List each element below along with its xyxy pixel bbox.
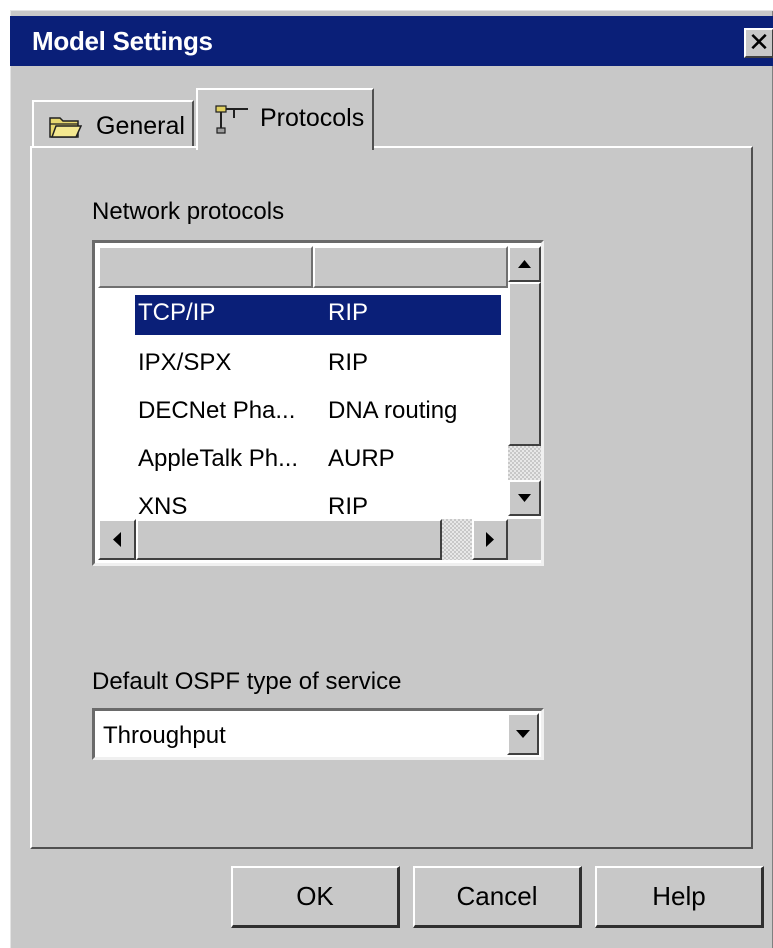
ospf-label: Default OSPF type of service xyxy=(92,668,402,695)
list-header xyxy=(98,246,508,288)
network-protocols-label: Network protocols xyxy=(92,198,285,225)
scroll-track[interactable] xyxy=(508,446,541,480)
scroll-track-horizontal[interactable] xyxy=(442,519,472,560)
horizontal-scrollbar[interactable] xyxy=(98,519,508,560)
tab-general-label: General xyxy=(96,112,185,140)
routing-name: RIP xyxy=(328,493,369,520)
scrollbar-corner xyxy=(508,519,541,560)
list-item[interactable]: TCP/IP RIP xyxy=(98,291,508,339)
scroll-thumb-horizontal[interactable] xyxy=(136,519,442,560)
list-item[interactable]: AppleTalk Ph... AURP xyxy=(98,435,508,483)
folder-icon xyxy=(48,112,83,147)
title-bar[interactable]: Model Settings ✕ xyxy=(10,16,773,66)
routing-name: DNA routing xyxy=(328,397,458,424)
window-title: Model Settings xyxy=(32,26,213,56)
protocol-name: TCP/IP xyxy=(138,299,216,326)
help-button[interactable]: Help xyxy=(595,866,764,928)
arrow-up-icon xyxy=(518,260,531,268)
list-item[interactable]: IPX/SPX RIP xyxy=(98,339,508,387)
routing-name: RIP xyxy=(328,349,369,376)
scroll-right-button[interactable] xyxy=(472,519,508,560)
column-header-protocol[interactable] xyxy=(98,246,313,288)
scroll-thumb[interactable] xyxy=(508,282,541,446)
list-item[interactable]: DECNet Pha... DNA routing xyxy=(98,387,508,435)
protocol-name: XNS xyxy=(138,493,188,520)
protocol-name: IPX/SPX xyxy=(138,349,232,376)
vertical-scrollbar[interactable] xyxy=(508,246,541,516)
close-icon: ✕ xyxy=(748,27,770,57)
ospf-type-select[interactable]: Throughput xyxy=(92,708,544,760)
routing-name: RIP xyxy=(328,299,369,326)
network-protocols-list[interactable]: TCP/IP RIP IPX/SPX RIP DECNet Pha... DNA… xyxy=(92,240,544,566)
scroll-down-button[interactable] xyxy=(508,480,541,516)
routing-name: AURP xyxy=(328,445,395,472)
tab-general[interactable]: General xyxy=(32,100,194,148)
network-connector-icon xyxy=(212,102,252,143)
tab-protocols-label: Protocols xyxy=(260,104,365,132)
cancel-button[interactable]: Cancel xyxy=(413,866,582,928)
chevron-down-icon xyxy=(516,730,530,738)
dropdown-button[interactable] xyxy=(507,713,539,755)
tab-protocols[interactable]: Protocols xyxy=(196,88,374,150)
arrow-right-icon xyxy=(486,532,494,547)
scroll-left-button[interactable] xyxy=(98,519,136,560)
close-button[interactable]: ✕ xyxy=(744,28,773,58)
arrow-down-icon xyxy=(518,494,531,502)
scroll-up-button[interactable] xyxy=(508,246,541,282)
ospf-type-value: Throughput xyxy=(103,722,226,749)
column-header-routing[interactable] xyxy=(313,246,508,288)
protocol-name: DECNet Pha... xyxy=(138,397,296,424)
arrow-left-icon xyxy=(113,532,121,547)
protocol-name: AppleTalk Ph... xyxy=(138,445,299,472)
ok-button[interactable]: OK xyxy=(231,866,400,928)
